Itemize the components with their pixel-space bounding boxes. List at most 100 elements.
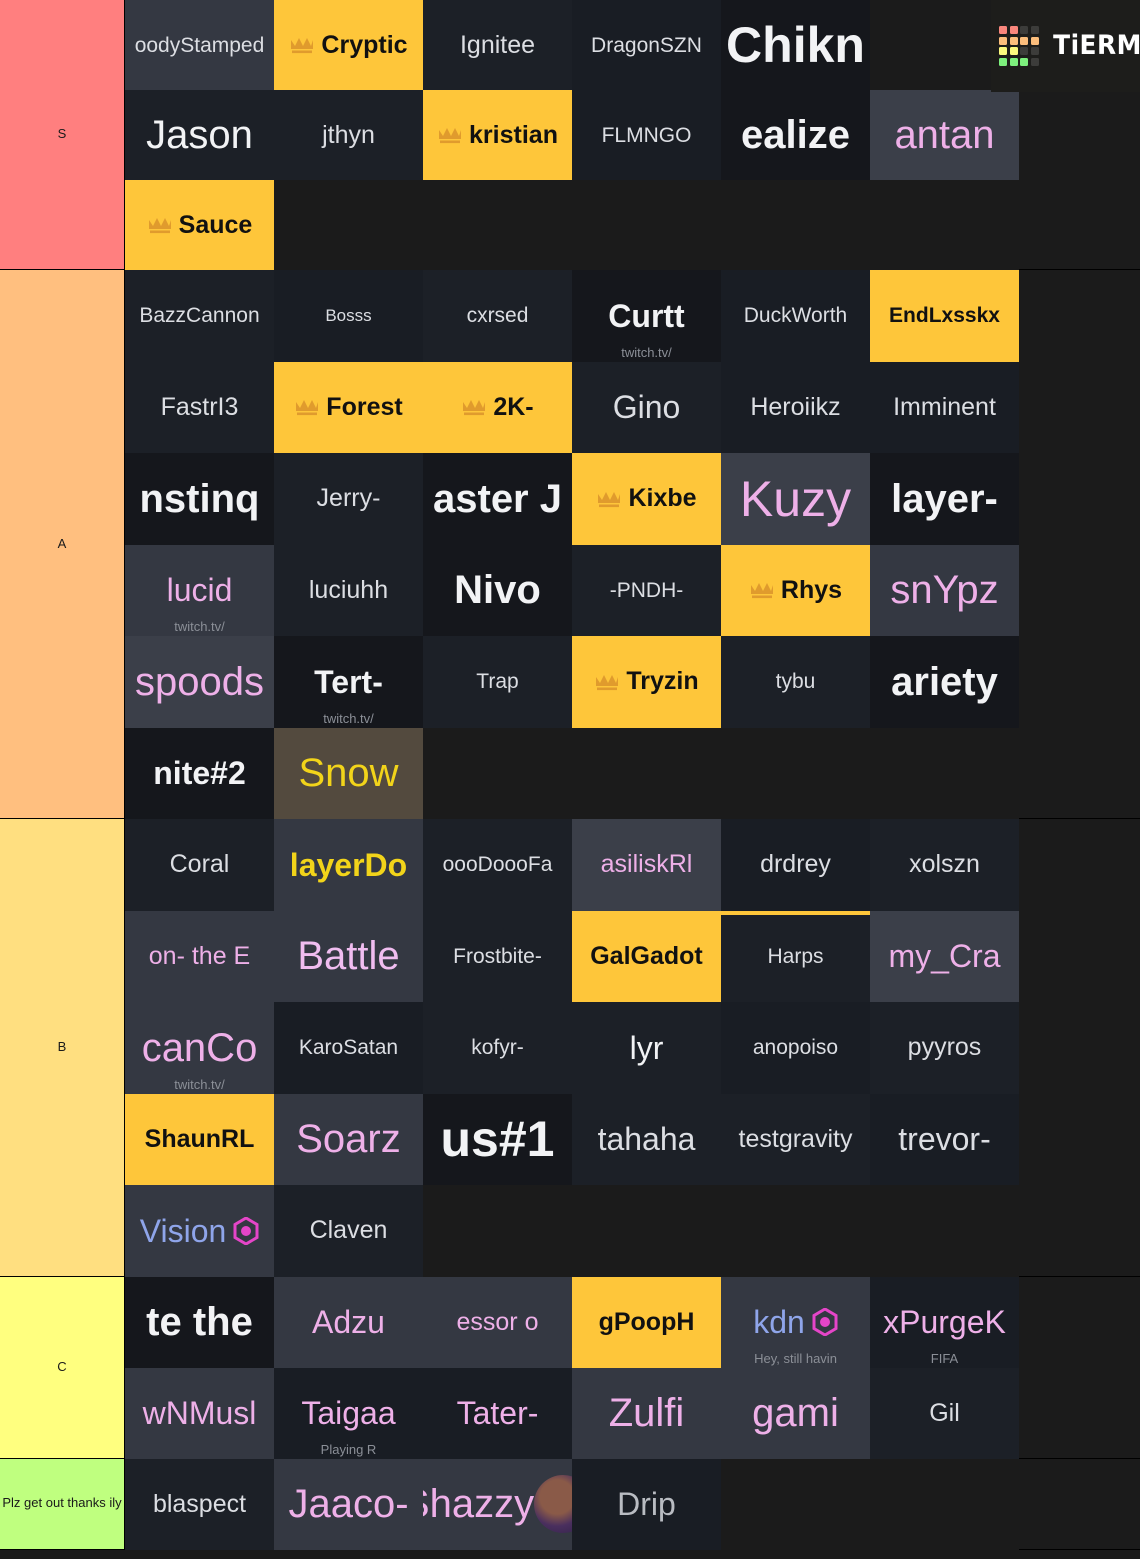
tier-item[interactable]: my_Cra: [870, 910, 1019, 1002]
tier-item[interactable]: pyyros: [870, 1002, 1019, 1094]
tier-item[interactable]: Jaaco-: [274, 1458, 423, 1550]
tier-item[interactable]: Forest: [274, 361, 423, 453]
tier-item[interactable]: Kixbe: [572, 453, 721, 545]
tier-item[interactable]: Vision: [125, 1185, 274, 1277]
tier-item[interactable]: xPurgeK FIFA: [870, 1276, 1019, 1368]
tier-item[interactable]: spoods: [125, 636, 274, 728]
tier-item[interactable]: Adzu: [274, 1276, 423, 1368]
tier-item[interactable]: Drip: [572, 1458, 721, 1550]
tier-item[interactable]: kofyr-: [423, 1002, 572, 1094]
tier-item-content: Soarz: [274, 1094, 423, 1186]
tier-item[interactable]: FastrI3: [125, 361, 274, 453]
tier-item[interactable]: Harps: [721, 910, 870, 1003]
tier-item[interactable]: gPoopH: [572, 1276, 721, 1368]
tier-item[interactable]: cxrsed: [423, 270, 572, 362]
tier-label-0[interactable]: S: [0, 0, 125, 269]
tier-item[interactable]: nstinq: [125, 453, 274, 545]
tier-item[interactable]: 2K-: [423, 361, 572, 453]
tier-item[interactable]: Gino: [572, 361, 721, 454]
tier-item[interactable]: Trap: [423, 636, 572, 728]
tier-item[interactable]: jthyn: [274, 90, 423, 180]
tier-item[interactable]: -PNDH-: [572, 544, 721, 636]
tier-item[interactable]: essor o: [423, 1276, 572, 1368]
tier-item[interactable]: layer-: [870, 453, 1019, 545]
tier-item-content: trevor-: [870, 1094, 1019, 1186]
tier-item[interactable]: lucid twitch.tv/: [125, 544, 274, 636]
tier-item[interactable]: oooDoooFa: [423, 819, 572, 911]
tier-item[interactable]: on- the E: [125, 910, 274, 1002]
tier-item[interactable]: Cryptic: [274, 0, 423, 90]
tier-item[interactable]: anopoiso: [721, 1002, 870, 1094]
tier-item[interactable]: asiliskRl: [572, 819, 721, 911]
tier-item[interactable]: Ignitee: [423, 0, 572, 90]
tier-item[interactable]: xolszn: [870, 819, 1019, 911]
tier-item[interactable]: Nivo: [423, 544, 572, 636]
tier-item[interactable]: Taigaa Playing R: [274, 1367, 423, 1459]
tier-item[interactable]: Sauce: [125, 180, 274, 270]
tier-item[interactable]: FLMNGO: [572, 90, 721, 180]
tier-item[interactable]: Jason: [125, 90, 274, 180]
tier-item[interactable]: lyr: [572, 1002, 721, 1094]
tier-item[interactable]: KaroSatan: [274, 1002, 423, 1094]
tier-item[interactable]: ariety: [870, 636, 1019, 728]
tier-item[interactable]: antan: [870, 90, 1019, 180]
crown-icon: [598, 491, 621, 507]
tier-item[interactable]: Claven: [274, 1185, 423, 1277]
tier-item[interactable]: oodyStamped: [125, 0, 274, 90]
tier-item[interactable]: Battle: [274, 910, 423, 1002]
tier-item-content: Gino: [572, 362, 721, 454]
tier-item[interactable]: Rhys: [721, 544, 870, 636]
tier-item[interactable]: ealize: [721, 90, 870, 180]
tier-item[interactable]: gami: [721, 1367, 870, 1459]
tier-item[interactable]: testgravity: [721, 1093, 870, 1185]
tier-item[interactable]: Curtt twitch.tv/: [572, 270, 721, 362]
tier-item[interactable]: canCo twitch.tv/: [125, 1002, 274, 1094]
tier-item[interactable]: blaspect: [125, 1458, 274, 1550]
tier-item[interactable]: kristian: [423, 90, 572, 180]
tier-item[interactable]: trevor-: [870, 1093, 1019, 1186]
tier-item[interactable]: nite#2: [125, 727, 274, 819]
tier-label-2[interactable]: B: [0, 819, 125, 1276]
tier-label-1[interactable]: A: [0, 270, 125, 818]
tier-item[interactable]: layerDo: [274, 819, 423, 911]
tier-item[interactable]: Zulfi: [572, 1367, 721, 1459]
tier-item[interactable]: Imminent: [870, 361, 1019, 453]
tier-item[interactable]: tybu: [721, 636, 870, 728]
tier-item[interactable]: GalGadot: [572, 910, 721, 1002]
tier-item[interactable]: Coral: [125, 819, 274, 911]
tier-label-3[interactable]: C: [0, 1276, 125, 1458]
tier-item[interactable]: Jerry-: [274, 453, 423, 545]
tier-item[interactable]: kdn Hey, still havin: [721, 1276, 870, 1368]
tier-item[interactable]: BazzCannon: [125, 270, 274, 362]
tier-item[interactable]: luciuhh: [274, 544, 423, 636]
tier-item[interactable]: te the: [125, 1276, 274, 1368]
tier-item[interactable]: DragonSZN: [572, 0, 721, 90]
tier-row-plz-get-out-thanks-ily: Plz get out thanks ily blaspect Jaaco- Shaz…: [0, 1458, 1140, 1550]
tier-item[interactable]: ShaunRL: [125, 1093, 274, 1185]
tier-item[interactable]: EndLxsskx: [870, 270, 1019, 362]
tier-item[interactable]: Shazzy: [423, 1458, 572, 1550]
tier-item-label: Gil: [929, 1398, 960, 1427]
tier-item[interactable]: Kuzy: [721, 453, 870, 545]
tier-item[interactable]: Frostbite-: [423, 910, 572, 1002]
tier-item[interactable]: Tert-twitch.tv/: [274, 636, 423, 728]
tier-item[interactable]: Gil: [870, 1367, 1019, 1459]
tier-item[interactable]: Tater-: [423, 1367, 572, 1459]
tier-item-label: gami: [752, 1391, 839, 1435]
tier-item[interactable]: Tryzin: [572, 636, 721, 728]
tier-item[interactable]: Heroiikz: [721, 361, 870, 453]
tier-item[interactable]: Chikn: [721, 0, 870, 90]
tier-item[interactable]: Snow: [274, 727, 423, 819]
tier-item[interactable]: Bosss: [274, 270, 423, 362]
tier-item-content: Harps: [721, 911, 870, 1003]
tier-item[interactable]: aster J: [423, 453, 572, 545]
tier-item[interactable]: wNMusl: [125, 1367, 274, 1459]
tier-item[interactable]: tahaha: [572, 1093, 721, 1185]
tier-item[interactable]: us#1: [423, 1093, 572, 1185]
tier-item[interactable]: Soarz: [274, 1093, 423, 1186]
tier-item[interactable]: DuckWorth: [721, 270, 870, 362]
tier-item[interactable]: drdrey: [721, 819, 870, 911]
tier-label-4[interactable]: Plz get out thanks ily: [0, 1458, 125, 1549]
tier-cells-container: BazzCannon Bosss cxrsed Curtt twitch.tv/Duck…: [125, 270, 1140, 819]
tier-item[interactable]: snYpz: [870, 544, 1019, 636]
